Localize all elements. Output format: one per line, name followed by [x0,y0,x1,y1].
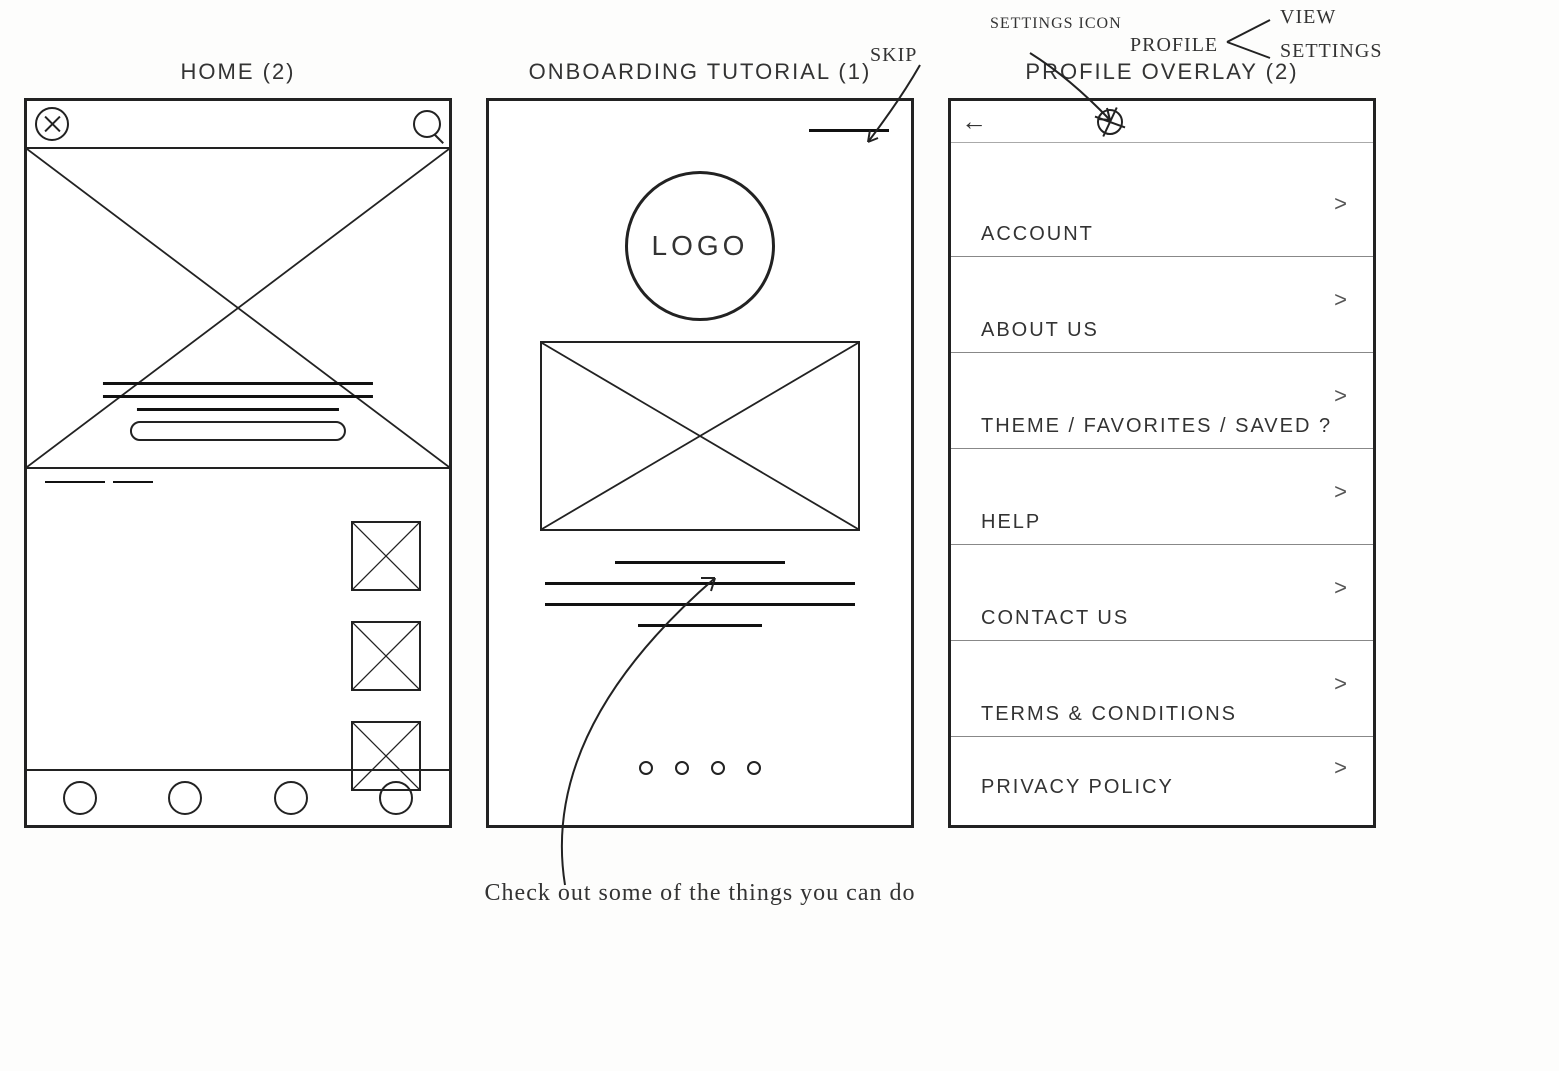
hero-text-block [103,382,373,441]
home-topbar [27,101,449,149]
chevron-right-icon: > [1334,383,1349,409]
frame-profile: PROFILE OVERLAY (2) ← ACCOUNT>ABOUT US>T… [948,98,1376,828]
close-icon[interactable] [35,107,69,141]
tab-item[interactable] [168,781,202,815]
cta-button-placeholder[interactable] [130,421,346,441]
frame-home: HOME (2) [24,98,452,828]
tab-item[interactable] [63,781,97,815]
menu-item-label: ACCOUNT [981,223,1094,246]
tab-bar [27,769,449,825]
thumbnail-item[interactable] [351,521,421,591]
frame-title-home: HOME (2) [27,59,449,85]
onboarding-image-placeholder [540,341,860,531]
menu-item-label: HELP [981,511,1041,534]
search-icon[interactable] [413,110,441,138]
menu-item-label: THEME / FAVORITES / SAVED ? [981,415,1332,438]
chevron-right-icon: > [1334,671,1349,697]
menu-item-label: TERMS & CONDITIONS [981,703,1237,726]
text-line [137,408,340,411]
text-line [103,382,373,385]
text-line [103,395,373,398]
menu-item[interactable]: TERMS & CONDITIONS > [951,641,1373,737]
menu-item[interactable]: THEME / FAVORITES / SAVED ?> [951,353,1373,449]
menu-item[interactable]: ACCOUNT > [951,161,1373,257]
menu-item-label: PRIVACY POLICY [981,776,1174,799]
logo-text: LOGO [652,230,749,262]
annotation-profile: PROFILE [1130,34,1218,57]
tab-item[interactable] [379,781,413,815]
frame-title-onboarding: ONBOARDING TUTORIAL (1) [489,59,911,85]
menu-item[interactable]: ABOUT US > [951,257,1373,353]
hero-image-placeholder [27,149,449,469]
thumbnail-item[interactable] [351,621,421,691]
annotation-settings-icon: SETTINGS ICON [990,16,1122,32]
annotation-settings: SETTINGS [1280,40,1382,63]
menu-item-label: CONTACT US [981,607,1129,630]
thumbnail-list [351,521,421,791]
menu-item-label: ABOUT US [981,319,1099,342]
chevron-right-icon: > [1334,287,1349,313]
logo-placeholder: LOGO [625,171,775,321]
back-arrow-icon[interactable]: ← [961,106,987,137]
section-heading-placeholder [45,481,165,483]
menu-item[interactable]: PRIVACY POLICY > [951,737,1373,809]
chevron-right-icon: > [1334,575,1349,601]
text-line [615,561,786,564]
tab-item[interactable] [274,781,308,815]
chevron-right-icon: > [1334,479,1349,505]
chevron-right-icon: > [1334,755,1349,781]
annotation-view: VIEW [1280,6,1336,29]
chevron-right-icon: > [1334,191,1349,217]
menu-item[interactable]: HELP > [951,449,1373,545]
menu-item[interactable]: CONTACT US > [951,545,1373,641]
annotation-caption: Check out some of the things you can do [420,880,980,907]
profile-menu: ACCOUNT>ABOUT US>THEME / FAVORITES / SAV… [951,161,1373,809]
